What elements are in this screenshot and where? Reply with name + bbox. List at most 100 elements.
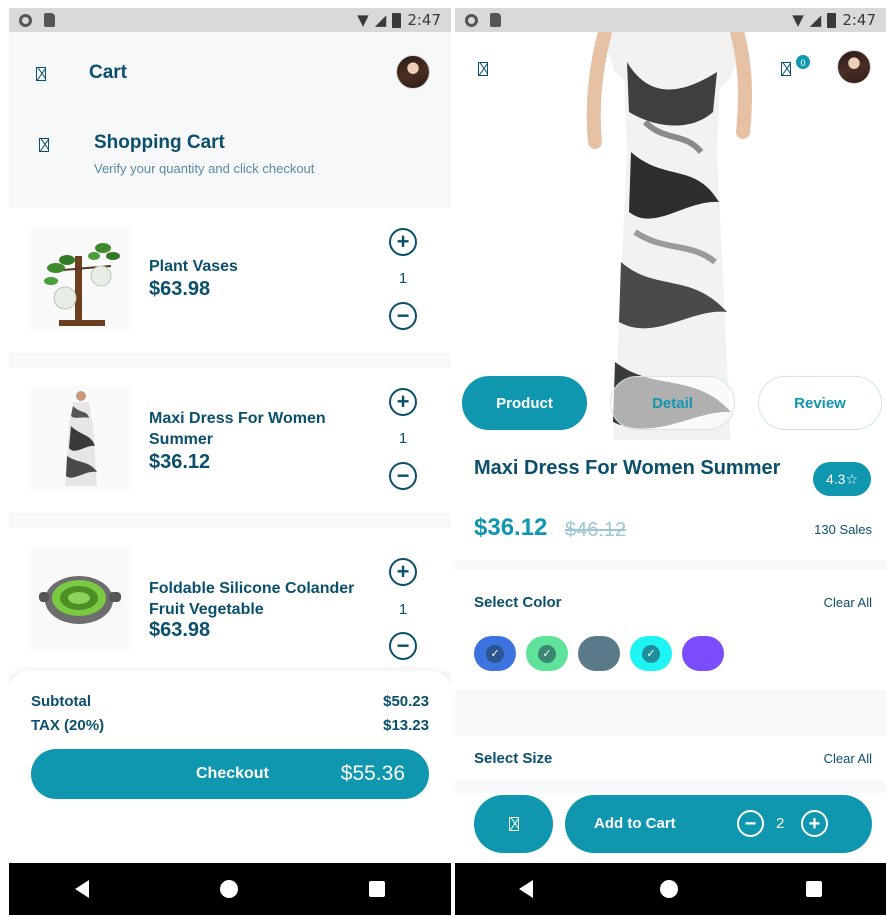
- status-bar: ▼ ◢ 2:47: [455, 8, 886, 32]
- increase-quantity-button[interactable]: +: [389, 558, 417, 586]
- cart-item: Maxi Dress For Women Summer $36.12 + 1 −: [9, 368, 451, 513]
- signal-icon: ◢: [374, 11, 387, 29]
- minus-icon: −: [396, 633, 410, 658]
- check-icon: ✓: [486, 644, 504, 663]
- tab-review[interactable]: Review: [758, 376, 882, 430]
- battery-icon: [392, 12, 402, 28]
- cart-count-badge: 0: [795, 54, 811, 70]
- heart-icon: [508, 817, 519, 831]
- tax-label: TAX (20%): [31, 717, 105, 734]
- menu-icon[interactable]: [478, 62, 488, 76]
- item-name: Plant Vases: [149, 258, 238, 275]
- status-time: 2:47: [842, 11, 876, 29]
- cart-icon[interactable]: [781, 62, 791, 76]
- decrease-quantity-button[interactable]: −: [389, 462, 417, 490]
- checkout-button[interactable]: Checkout $55.36: [31, 749, 429, 799]
- section-title: Shopping Cart: [94, 132, 225, 153]
- quantity-value: 2: [776, 815, 785, 832]
- signal-icon: ◢: [809, 11, 822, 29]
- tax-value: $13.23: [383, 717, 429, 734]
- plus-icon: +: [396, 559, 410, 584]
- add-to-cart-label: Add to Cart: [594, 815, 676, 832]
- check-icon: ✓: [642, 644, 660, 663]
- original-price: $46.12: [565, 519, 627, 541]
- order-summary: Subtotal $50.23 TAX (20%) $13.23 Checkou…: [9, 671, 451, 863]
- checkout-label: Checkout: [196, 765, 269, 782]
- battery-icon: [827, 12, 837, 28]
- minus-icon: −: [396, 463, 410, 488]
- avatar[interactable]: [396, 55, 430, 89]
- back-icon[interactable]: [518, 880, 533, 898]
- item-price: $63.98: [149, 619, 211, 641]
- sd-card-icon: [44, 13, 55, 27]
- cart-item: Foldable Silicone Colander Fruit Vegetab…: [9, 528, 451, 673]
- android-nav-bar: [455, 863, 886, 915]
- product-screen: ▼ ◢ 2:47 0 Product Detail Review Maxi Dr: [455, 8, 886, 915]
- color-swatch[interactable]: [682, 636, 724, 671]
- wifi-icon: ▼: [792, 11, 804, 29]
- color-swatch[interactable]: [578, 636, 620, 671]
- home-icon[interactable]: [219, 880, 238, 898]
- select-size-label: Select Size: [474, 750, 553, 767]
- wifi-icon: ▼: [357, 11, 369, 29]
- plus-icon: +: [396, 229, 410, 254]
- recent-apps-icon[interactable]: [369, 881, 386, 897]
- sd-card-icon: [490, 13, 501, 27]
- color-swatch[interactable]: ✓: [630, 636, 672, 671]
- color-selector: Select Color Clear All: [455, 570, 886, 690]
- color-swatch[interactable]: ✓: [474, 636, 516, 671]
- check-icon: ✓: [538, 644, 556, 663]
- android-nav-bar: [9, 863, 451, 915]
- decrease-quantity-button[interactable]: −: [389, 302, 417, 330]
- plus-icon: +: [808, 812, 821, 835]
- cart-screen: ▼ ◢ 2:47 Cart Shopping Cart Verify your …: [9, 8, 451, 915]
- plus-icon: +: [396, 389, 410, 414]
- avatar[interactable]: [837, 50, 871, 84]
- sales-count: 130 Sales: [814, 522, 872, 537]
- item-price: $36.12: [149, 451, 211, 473]
- product-price: $36.12: [474, 514, 548, 541]
- status-time: 2:47: [407, 11, 441, 29]
- status-bar: ▼ ◢ 2:47: [9, 8, 451, 32]
- item-name: Maxi Dress For Women Summer: [149, 410, 326, 448]
- decrease-quantity-button[interactable]: −: [737, 810, 764, 837]
- minus-icon: −: [744, 812, 757, 835]
- increase-quantity-button[interactable]: +: [389, 388, 417, 416]
- item-name: Foldable Silicone Colander Fruit Vegetab…: [149, 580, 355, 618]
- size-selector: Select Size Clear All: [455, 736, 886, 781]
- decrease-quantity-button[interactable]: −: [389, 632, 417, 660]
- checkout-total: $55.36: [340, 762, 405, 785]
- product-info: Maxi Dress For Women Summer 4.3☆ $36.12 …: [455, 440, 886, 560]
- increase-quantity-button[interactable]: +: [801, 810, 828, 837]
- tab-product[interactable]: Product: [462, 376, 587, 430]
- product-thumbnail: [31, 546, 131, 650]
- increase-quantity-button[interactable]: +: [389, 228, 417, 256]
- product-tabs: Product Detail Review: [462, 376, 882, 430]
- page-title: Cart: [89, 62, 128, 83]
- wishlist-button[interactable]: [474, 795, 553, 853]
- bottom-action-bar: Add to Cart − 2 +: [455, 793, 886, 863]
- cart-header: Cart Shopping Cart Verify your quantity …: [9, 32, 451, 208]
- tax-row: TAX (20%) $13.23: [31, 717, 429, 734]
- product-thumbnail: [31, 226, 131, 330]
- subtotal-label: Subtotal: [31, 693, 91, 710]
- select-color-label: Select Color: [474, 594, 562, 611]
- color-swatch[interactable]: ✓: [526, 636, 568, 671]
- clear-size-button[interactable]: Clear All: [824, 751, 872, 766]
- quantity-value: 1: [398, 270, 408, 287]
- rating-badge: 4.3☆: [813, 462, 871, 496]
- tab-detail[interactable]: Detail: [610, 376, 735, 430]
- notification-dot-icon: [465, 13, 478, 27]
- menu-icon[interactable]: [36, 67, 46, 81]
- subtotal-row: Subtotal $50.23: [31, 693, 429, 710]
- clear-color-button[interactable]: Clear All: [824, 595, 872, 610]
- product-title: Maxi Dress For Women Summer: [474, 457, 781, 479]
- section-subtitle: Verify your quantity and click checkout: [94, 161, 315, 176]
- recent-apps-icon[interactable]: [806, 881, 823, 897]
- back-icon[interactable]: [74, 880, 89, 898]
- home-icon[interactable]: [660, 880, 679, 898]
- add-to-cart-button[interactable]: Add to Cart − 2 +: [565, 795, 872, 853]
- minus-icon: −: [396, 303, 410, 328]
- item-price: $63.98: [149, 278, 211, 300]
- quantity-value: 1: [398, 601, 408, 618]
